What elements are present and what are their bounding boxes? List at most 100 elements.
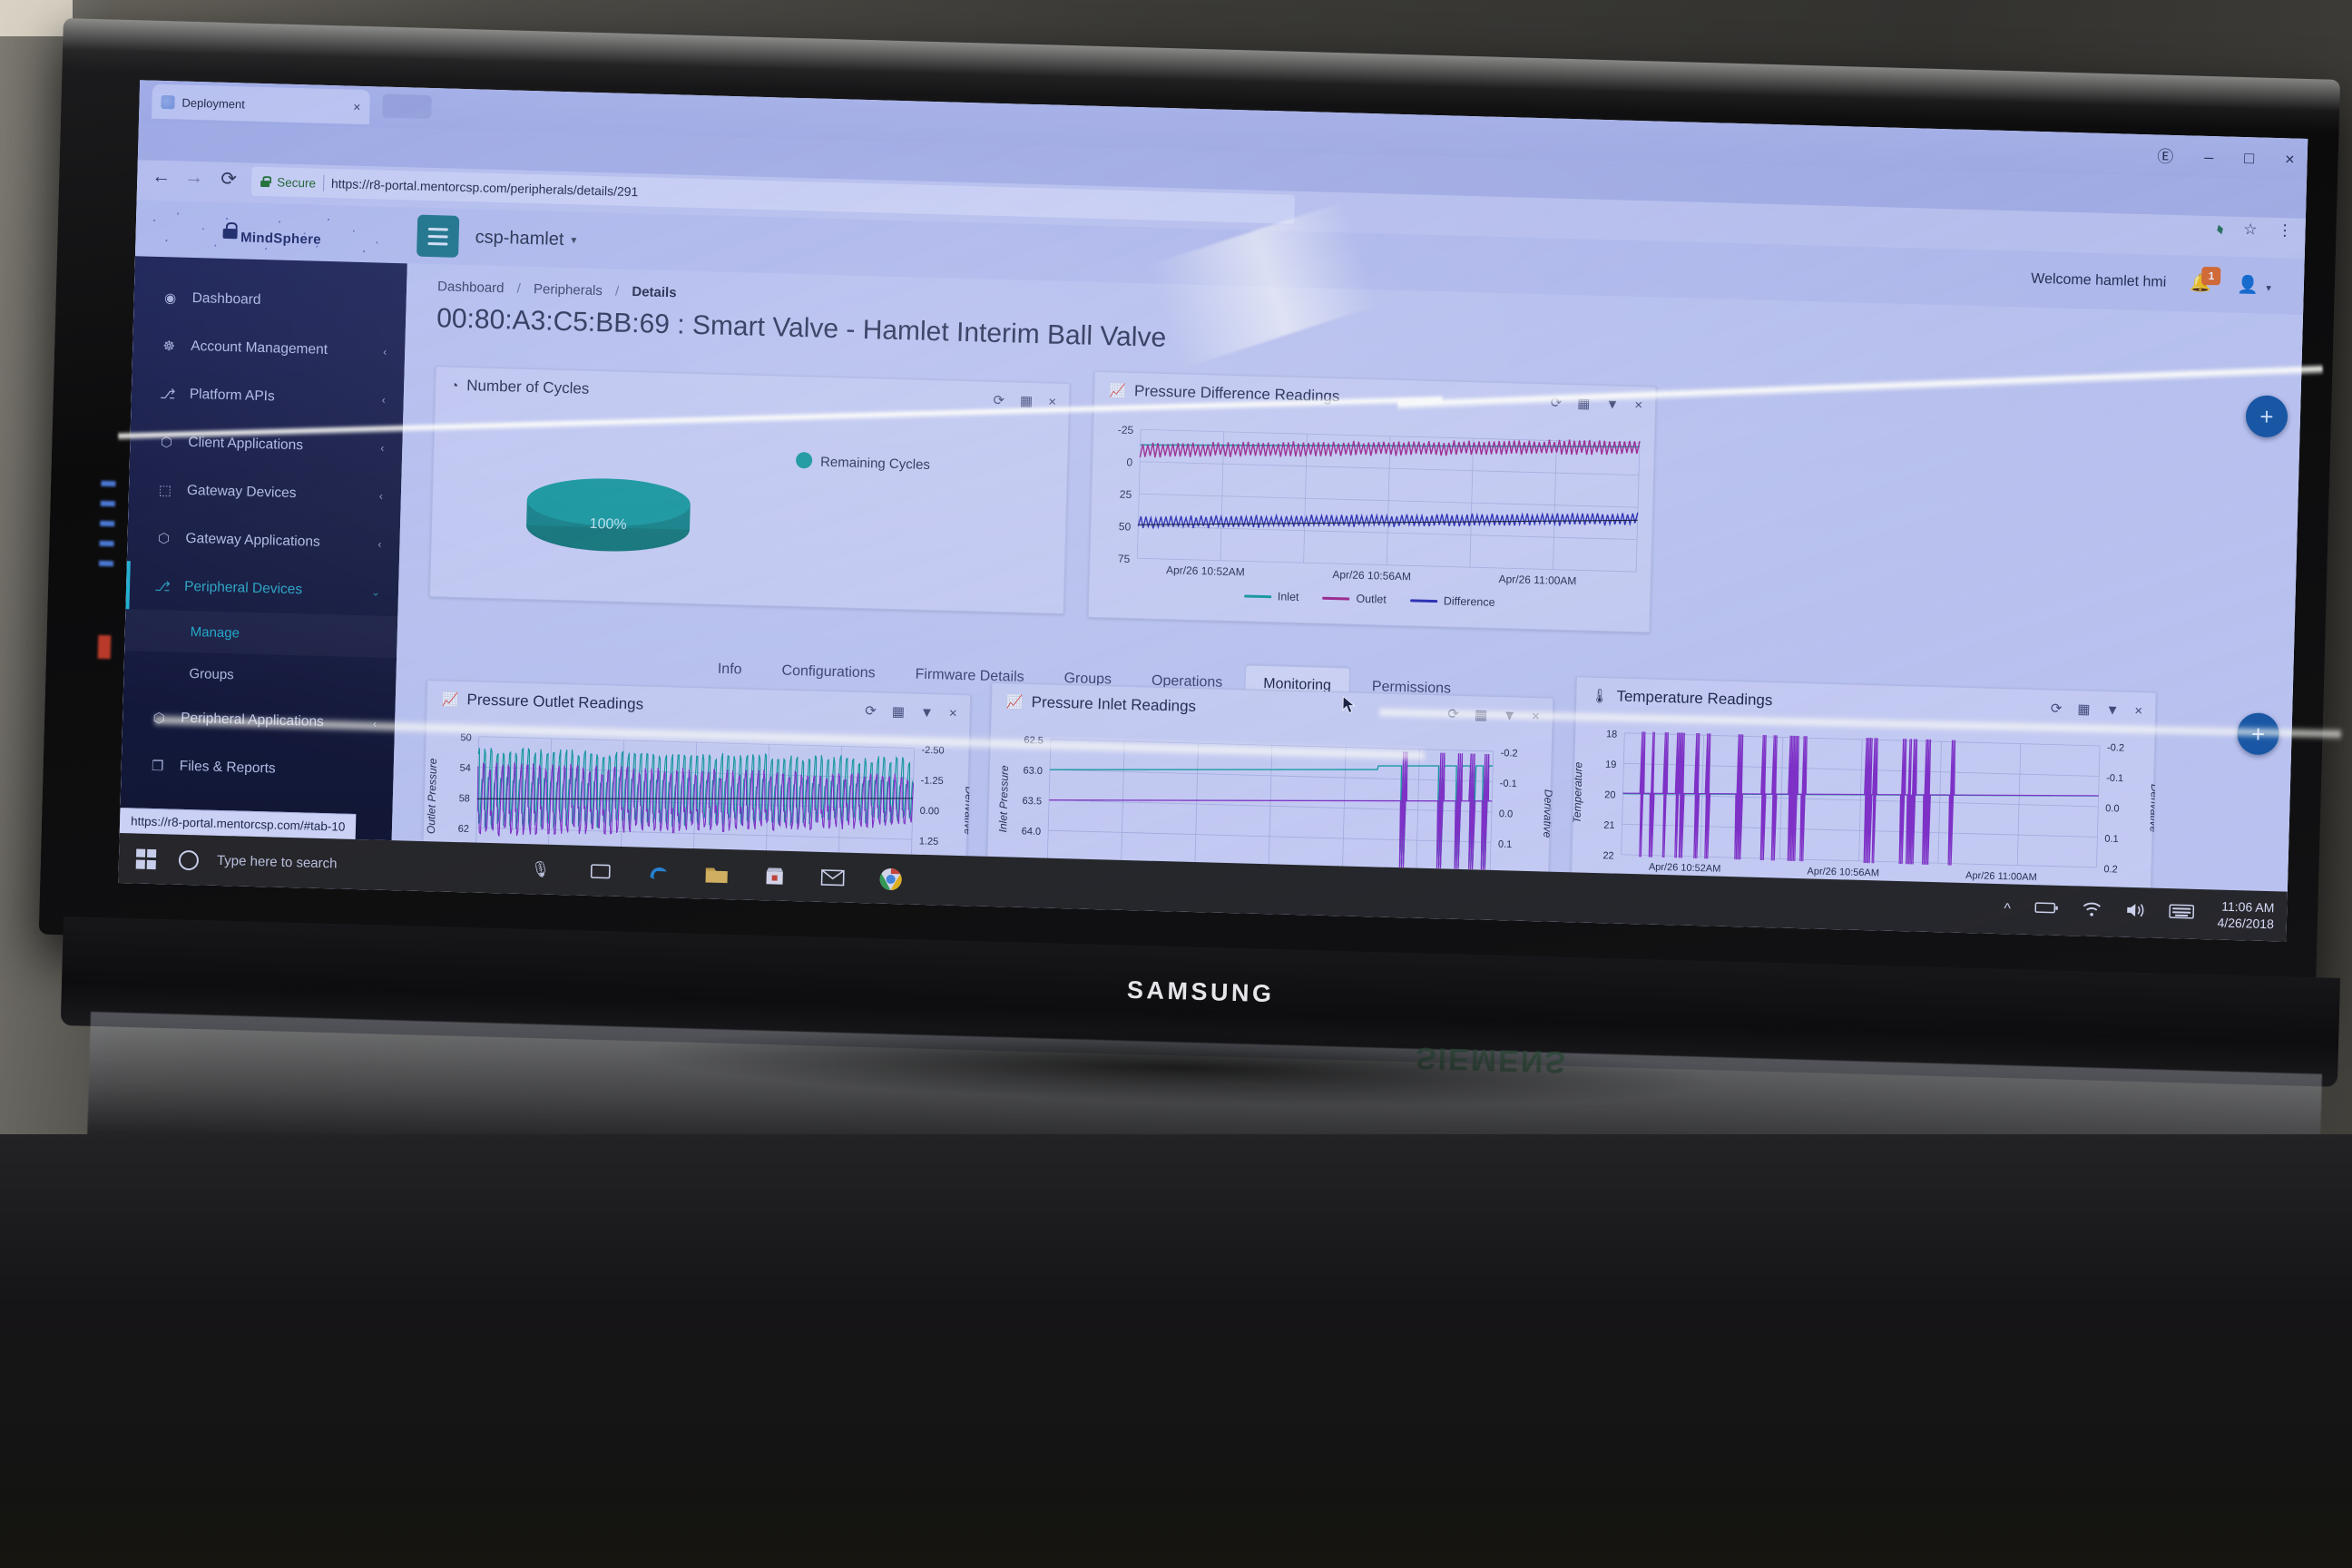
file-explorer-icon[interactable] xyxy=(702,860,730,888)
tab-close-icon[interactable]: × xyxy=(353,100,361,114)
line-chart-pressure-difference: 75 50 25 0 -25 Apr/26 10:52AM Apr/26 10:56AM Ap… xyxy=(1118,424,1641,587)
breadcrumb-separator: / xyxy=(614,283,620,299)
legend-swatch xyxy=(1243,593,1271,598)
legend-label: Outlet xyxy=(1356,592,1387,606)
svg-text:-0.2: -0.2 xyxy=(1501,748,1518,760)
profile-icon[interactable]: Ⓔ xyxy=(2157,143,2174,167)
monitor-power-led xyxy=(97,634,112,660)
widget-pressure-difference: 📈 Pressure Difference Readings ⟳ ▦ ▼ × 7… xyxy=(1087,370,1657,633)
browser-tab[interactable]: Deployment × xyxy=(152,83,370,125)
svg-text:Derivative: Derivative xyxy=(962,786,971,835)
tab-info[interactable]: Info xyxy=(699,651,760,689)
close-window-button[interactable]: × xyxy=(2285,150,2295,169)
edge-icon[interactable] xyxy=(644,858,672,887)
filter-icon[interactable]: ▼ xyxy=(920,704,934,720)
maximize-button[interactable]: □ xyxy=(2244,149,2254,168)
sidebar-item-account-management[interactable]: ☸ Account Management ‹ xyxy=(132,320,406,376)
refresh-icon[interactable]: ⟳ xyxy=(1551,394,1563,410)
tenant-selector-label[interactable]: csp-hamlet xyxy=(475,227,564,250)
mindsphere-logo[interactable]: MindSphere xyxy=(134,200,409,264)
minimize-button[interactable]: – xyxy=(2204,147,2214,166)
menu-toggle-button[interactable] xyxy=(416,214,460,258)
chevron-up-icon[interactable]: ^ xyxy=(2004,901,2011,917)
volume-icon[interactable] xyxy=(2125,902,2146,924)
back-icon[interactable]: ← xyxy=(152,166,172,189)
legend-swatch xyxy=(1322,596,1350,601)
add-widget-button-bottom[interactable]: + xyxy=(2236,712,2280,756)
sidebar-item-dashboard[interactable]: ◉ Dashboard xyxy=(133,272,407,328)
refresh-icon[interactable]: ⟳ xyxy=(865,702,877,719)
sidebar-item-client-applications[interactable]: ⬡ Client Applications ‹ xyxy=(130,416,403,472)
legend-item-inlet: Inlet xyxy=(1243,589,1299,604)
close-icon[interactable]: × xyxy=(1634,397,1642,412)
legend-label: Difference xyxy=(1443,594,1495,609)
bookmark-star-icon[interactable]: ☆ xyxy=(2243,220,2258,239)
taskbar-clock[interactable]: 11:06 AM 4/26/2018 xyxy=(2217,899,2274,933)
reload-icon[interactable]: ⟳ xyxy=(220,168,237,191)
sidebar-item-platform-apis[interactable]: ⎇ Platform APIs ‹ xyxy=(131,368,404,424)
sidebar-item-label: Account Management xyxy=(191,338,328,358)
monitor-screen: Ⓔ – □ × Deployment × ← → ⟳ Secure https:… xyxy=(118,80,2308,942)
close-icon[interactable]: × xyxy=(2134,703,2142,719)
close-icon[interactable]: × xyxy=(1532,709,1540,724)
widget-temperature: 🌡 Temperature Readings ⟳ ▦ ▼ × 22 21 20 … xyxy=(1569,676,2161,892)
svg-text:64.0: 64.0 xyxy=(1022,826,1042,838)
refresh-icon[interactable]: ⟳ xyxy=(993,392,1004,408)
new-tab-button[interactable] xyxy=(382,93,432,119)
tab-configurations[interactable]: Configurations xyxy=(763,652,894,692)
forward-icon[interactable]: → xyxy=(184,167,204,190)
svg-text:62: 62 xyxy=(458,824,470,835)
taskbar-search-input[interactable]: Type here to search xyxy=(204,853,558,878)
chevron-down-icon[interactable]: ▾ xyxy=(571,233,576,246)
chrome-icon[interactable] xyxy=(877,865,905,893)
wifi-icon[interactable] xyxy=(2082,901,2102,923)
add-widget-button-top[interactable]: + xyxy=(2245,395,2288,438)
sidebar-item-label: Gateway Applications xyxy=(185,530,320,550)
user-menu-button[interactable]: 👤 ▾ xyxy=(2237,274,2271,297)
svg-text:Apr/26 10:52AM: Apr/26 10:52AM xyxy=(1649,862,1721,875)
mouse-cursor xyxy=(1342,695,1356,714)
widget-body: 22 21 20 19 18 0.2 0.1 0.0 -0.1 -0.2 Derivative Tem… xyxy=(1571,713,2161,891)
svg-text:Temperature: Temperature xyxy=(1572,761,1584,823)
sidebar-item-gateway-devices[interactable]: ⬚ Gateway Devices ‹ xyxy=(128,465,401,520)
cortana-button[interactable] xyxy=(173,849,205,870)
table-icon[interactable]: ▦ xyxy=(1020,393,1034,409)
table-icon[interactable]: ▦ xyxy=(2077,701,2091,717)
sidebar-item-peripheral-devices[interactable]: ⎇ Peripheral Devices ⌄ xyxy=(125,561,398,616)
filter-icon[interactable]: ▼ xyxy=(1605,397,1619,412)
browser-menu-icon[interactable]: ⋮ xyxy=(2277,221,2293,240)
plug-icon: ⎇ xyxy=(159,386,176,402)
refresh-icon[interactable]: ⟳ xyxy=(1447,706,1459,722)
key-icon[interactable]: ⬧ xyxy=(2214,220,2227,239)
filter-icon[interactable]: ▼ xyxy=(2105,702,2119,718)
breadcrumb-peripherals[interactable]: Peripherals xyxy=(534,281,603,299)
close-icon[interactable]: × xyxy=(949,705,957,720)
svg-text:-25: -25 xyxy=(1118,424,1134,436)
close-icon[interactable]: × xyxy=(1048,394,1056,409)
battery-icon[interactable] xyxy=(2034,901,2059,919)
microphone-icon[interactable]: 🎙 xyxy=(531,860,551,879)
sidebar-item-files-reports[interactable]: ❐ Files & Reports xyxy=(121,740,394,796)
task-view-icon[interactable] xyxy=(586,857,614,885)
sidebar-subitem-manage[interactable]: Manage xyxy=(124,609,398,659)
pie-value-label: 100% xyxy=(589,516,626,533)
filter-icon[interactable]: ▼ xyxy=(1503,708,1516,723)
legend-label: Inlet xyxy=(1277,590,1299,604)
sidebar-item-peripheral-applications[interactable]: ⬡ Peripheral Applications ‹ xyxy=(122,692,395,748)
start-button[interactable] xyxy=(119,848,174,869)
widget-toolbar: ⟳ ▦ ▼ × xyxy=(1447,706,1540,725)
microsoft-store-icon[interactable] xyxy=(760,862,789,890)
widget-body: 75 50 25 0 -25 Apr/26 10:52AM Apr/26 10:56AM Ap… xyxy=(1089,408,1654,613)
table-icon[interactable]: ▦ xyxy=(1475,706,1488,722)
widget-number-of-cycles: ◔ Number of Cycles ⟳ ▦ × 100% Remaining … xyxy=(428,366,1071,615)
sidebar-item-gateway-applications[interactable]: ⬡ Gateway Applications ‹ xyxy=(127,513,400,568)
refresh-icon[interactable]: ⟳ xyxy=(2051,701,2063,717)
keyboard-icon[interactable] xyxy=(2169,903,2195,925)
notifications-button[interactable]: 🔔 1 xyxy=(2190,266,2221,296)
sidebar-subitem-groups[interactable]: Groups xyxy=(123,651,397,700)
breadcrumb-dashboard[interactable]: Dashboard xyxy=(437,279,505,296)
table-icon[interactable]: ▦ xyxy=(892,703,906,720)
line-chart-temperature: 22 21 20 19 18 0.2 0.1 0.0 -0.1 -0.2 Derivative Tem… xyxy=(1571,729,2161,883)
mail-icon[interactable] xyxy=(818,863,847,891)
table-icon[interactable]: ▦ xyxy=(1577,395,1591,411)
